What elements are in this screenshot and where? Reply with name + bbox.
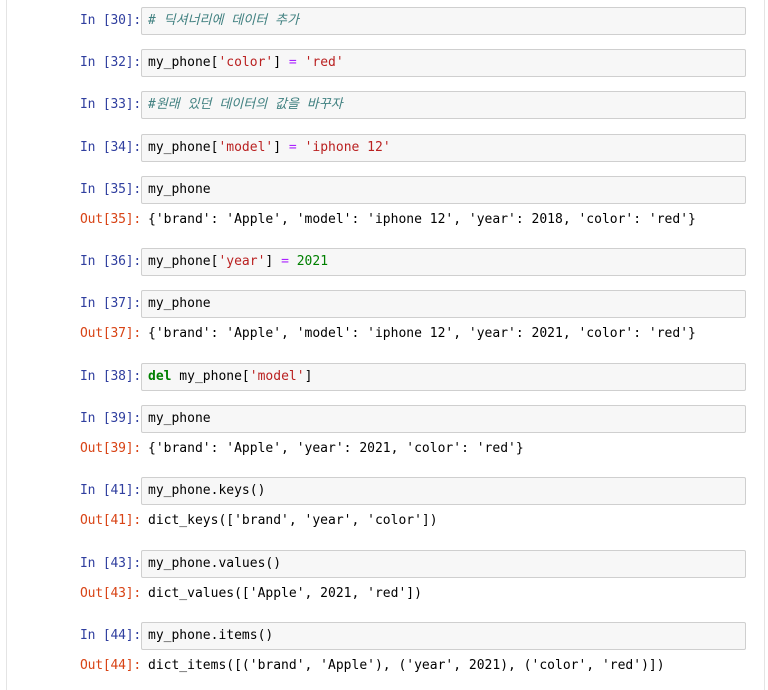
code-input[interactable]: my_phone (141, 176, 746, 204)
code-input[interactable]: my_phone.items() (141, 622, 746, 650)
code-token: 'model' (249, 369, 305, 384)
code-token: 2021 (296, 254, 329, 269)
code-token: 'year' (218, 254, 266, 269)
output-text: dict_items([('brand', 'Apple'), ('year',… (148, 658, 665, 673)
code-token: ] (273, 55, 289, 70)
code-token: my_phone[ (148, 55, 219, 70)
code-token: # 딕셔너리에 데이터 추가 (148, 13, 299, 28)
input-prompt: In [33]: (79, 97, 141, 112)
notebook-container: In [30]: # 딕셔너리에 데이터 추가 In [32]: my_phone['… (6, 0, 765, 690)
code-token: my_phone[ (171, 369, 250, 384)
code-token: 'iphone 12' (304, 140, 391, 155)
code-token: my_phone[ (148, 254, 219, 269)
code-input[interactable]: #원래 있던 데이터의 값을 바꾸자 (141, 91, 746, 119)
code-input[interactable]: del my_phone['model'] (141, 363, 746, 391)
input-prompt: In [38]: (79, 369, 141, 384)
code-input[interactable]: my_phone.keys() (141, 477, 746, 505)
code-input[interactable]: my_phone['year'] = 2021 (141, 248, 746, 276)
code-token: #원래 있던 데이터의 값을 바꾸자 (148, 97, 343, 112)
code-input[interactable]: my_phone['color'] = 'red' (141, 49, 746, 77)
code-token: 'red' (304, 55, 344, 70)
code-token: my_phone[ (148, 140, 219, 155)
input-prompt: In [30]: (79, 13, 141, 28)
input-prompt: In [41]: (79, 483, 141, 498)
code-token: = (288, 55, 297, 70)
output-prompt: Out[41]: (79, 513, 141, 528)
input-prompt: In [39]: (79, 411, 141, 426)
input-prompt: In [34]: (79, 140, 141, 155)
code-token: my_phone (148, 296, 211, 311)
code-token: my_phone.values() (148, 556, 282, 571)
code-token: = (288, 140, 297, 155)
output-text: {'brand': 'Apple', 'year': 2021, 'color'… (148, 441, 524, 456)
output-prompt: Out[43]: (79, 586, 141, 601)
code-token: my_phone.keys() (148, 483, 266, 498)
code-token: my_phone.items() (148, 628, 274, 643)
code-input[interactable]: # 딕셔너리에 데이터 추가 (141, 7, 746, 35)
code-input[interactable]: my_phone (141, 290, 746, 318)
input-prompt: In [35]: (79, 182, 141, 197)
code-token: = (281, 254, 289, 269)
output-prompt: Out[39]: (79, 441, 141, 456)
code-token: ] (273, 140, 289, 155)
input-prompt: In [36]: (79, 254, 141, 269)
code-token: my_phone (148, 182, 211, 197)
code-input[interactable]: my_phone['model'] = 'iphone 12' (141, 134, 746, 162)
code-token: my_phone (148, 411, 211, 426)
code-token: del (148, 369, 172, 384)
code-input[interactable]: my_phone (141, 405, 746, 433)
output-text: {'brand': 'Apple', 'model': 'iphone 12',… (148, 326, 696, 341)
code-token: ] (304, 369, 313, 384)
input-prompt: In [32]: (79, 55, 141, 70)
input-prompt: In [43]: (79, 556, 141, 571)
code-token: ] (265, 254, 282, 269)
output-text: {'brand': 'Apple', 'model': 'iphone 12',… (148, 212, 696, 227)
output-prompt: Out[44]: (79, 658, 141, 673)
input-prompt: In [37]: (79, 296, 141, 311)
input-prompt: In [44]: (79, 628, 141, 643)
code-token: 'model' (218, 140, 274, 155)
output-text: dict_keys(['brand', 'year', 'color']) (148, 513, 438, 528)
output-text: dict_values(['Apple', 2021, 'red']) (148, 586, 422, 601)
code-token: 'color' (218, 55, 274, 70)
output-prompt: Out[37]: (79, 326, 141, 341)
code-input[interactable]: my_phone.values() (141, 550, 746, 578)
output-prompt: Out[35]: (79, 212, 141, 227)
